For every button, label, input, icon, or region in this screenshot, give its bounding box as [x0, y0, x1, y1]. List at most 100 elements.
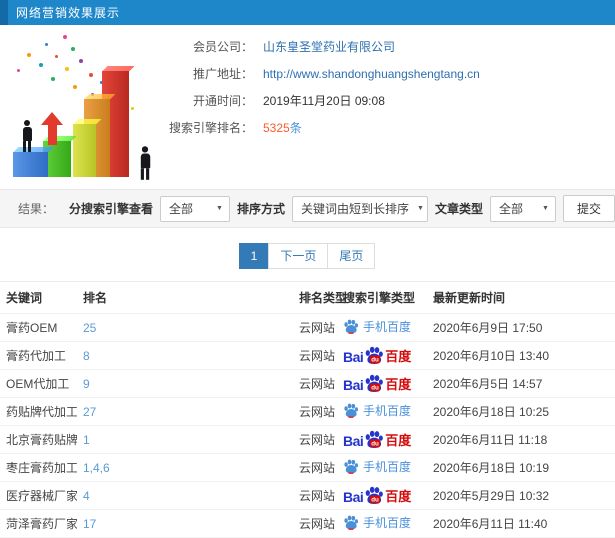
baidu-paw-icon	[344, 459, 358, 474]
engine-cell: Bai du 百度	[337, 369, 427, 398]
engine-cell: 手机百度	[337, 397, 427, 426]
rank-cell[interactable]: 25	[77, 313, 293, 342]
rank-cell[interactable]: 1,4,6	[77, 453, 293, 482]
rank-type-cell: 云网站	[293, 453, 337, 482]
table-row: OEM代加工 9 云网站 Bai du 百度 2020年6月5日 14:57	[0, 369, 615, 398]
confetti-dot	[73, 85, 77, 89]
engine-cell: Bai du 百度	[337, 341, 427, 370]
sort-select[interactable]: 关键词由短到长排序 ▼	[291, 195, 428, 222]
ranking-table: 关键词 排名 排名类型 搜索引擎类型 最新更新时间 膏药OEM 25 云网站 手…	[0, 281, 615, 538]
confetti-dot	[131, 107, 134, 110]
last-page-button[interactable]: 尾页	[327, 243, 376, 269]
field-label: 开通时间：	[192, 94, 253, 108]
rank-cell[interactable]: 9	[77, 369, 293, 398]
baidu-paw-icon	[344, 403, 358, 418]
up-arrow-icon	[41, 112, 63, 145]
confetti-dot	[17, 69, 20, 72]
baidu-logo: Bai du 百度	[343, 374, 411, 393]
keyword-cell: 枣庄膏药加工	[0, 453, 77, 482]
confetti-dot	[55, 55, 58, 58]
company-name-link[interactable]: 山东皇圣堂药业有限公司	[263, 39, 395, 56]
keyword-cell: 膏药代加工	[0, 341, 77, 370]
svg-text:du: du	[372, 357, 380, 364]
table-row: 枣庄膏药加工 1,4,6 云网站 手机百度 2020年6月18日 10:19	[0, 453, 615, 482]
table-row: 膏药代加工 8 云网站 Bai du 百度 2020年6月10日 13:40	[0, 341, 615, 370]
field-label: 会员公司：	[192, 40, 253, 54]
chart-bar-yellow	[73, 124, 96, 177]
confetti-dot	[71, 47, 75, 51]
rank-cell[interactable]: 27	[77, 397, 293, 426]
mobile-baidu-logo: 手机百度	[343, 514, 411, 531]
pagination: 1 下一页 尾页	[0, 243, 615, 269]
chevron-down-icon: ▼	[542, 205, 549, 212]
article-type-label: 文章类型	[434, 202, 483, 216]
field-label: 搜索引擎排名：	[168, 121, 253, 135]
confetti-dot	[89, 73, 93, 77]
chart-bar-blue	[13, 152, 48, 177]
keyword-cell: 北京膏药贴牌	[0, 425, 77, 454]
chevron-down-icon: ▼	[416, 205, 424, 212]
col-updated: 最新更新时间	[427, 281, 615, 314]
engine-cell: 手机百度	[337, 313, 427, 342]
field-rank-count: 搜索引擎排名： 5325条	[165, 120, 480, 137]
keyword-cell: OEM代加工	[0, 369, 77, 398]
field-open-time: 开通时间： 2019年11月20日 09:08	[165, 93, 480, 110]
field-company: 会员公司： 山东皇圣堂药业有限公司	[165, 39, 480, 56]
rank-type-cell: 云网站	[293, 425, 337, 454]
page-1-button[interactable]: 1	[238, 243, 270, 269]
company-info: 会员公司： 山东皇圣堂药业有限公司 推广地址： http://www.shand…	[165, 31, 480, 188]
baidu-paw-icon: du	[365, 430, 384, 449]
promo-url-link[interactable]: http://www.shandonghuangshengtang.cn	[263, 66, 480, 83]
chevron-down-icon: ▼	[216, 205, 223, 212]
open-time-value: 2019年11月20日 09:08	[263, 94, 385, 108]
submit-button[interactable]: 提交	[562, 195, 615, 222]
svg-text:du: du	[372, 497, 380, 504]
col-rank: 排名	[77, 281, 293, 314]
rank-cell[interactable]: 4	[77, 481, 293, 510]
keyword-cell: 膏药OEM	[0, 313, 77, 342]
rank-cell[interactable]: 1	[77, 425, 293, 454]
updated-cell: 2020年6月10日 13:40	[427, 341, 615, 370]
rank-type-cell: 云网站	[293, 397, 337, 426]
info-section: 会员公司： 山东皇圣堂药业有限公司 推广地址： http://www.shand…	[0, 25, 615, 188]
engine-filter-label: 分搜索引擎查看	[68, 202, 153, 216]
field-url: 推广地址： http://www.shandonghuangshengtang.…	[165, 66, 480, 83]
businessman-figure	[19, 120, 35, 152]
engine-cell: 手机百度	[337, 453, 427, 482]
rank-type-cell: 云网站	[293, 481, 337, 510]
engine-cell: Bai du 百度	[337, 425, 427, 454]
next-page-button[interactable]: 下一页	[268, 243, 329, 269]
field-label: 推广地址：	[192, 67, 253, 81]
engine-select[interactable]: 全部 ▼	[159, 195, 230, 222]
baidu-paw-icon: du	[365, 374, 384, 393]
updated-cell: 2020年6月11日 11:40	[427, 509, 615, 538]
baidu-logo: Bai du 百度	[343, 486, 411, 505]
table-row: 北京膏药贴牌 1 云网站 Bai du 百度 2020年6月11日 11:18	[0, 425, 615, 454]
svg-text:du: du	[372, 441, 380, 448]
rank-type-cell: 云网站	[293, 341, 337, 370]
keyword-cell: 菏泽膏药厂家	[0, 509, 77, 538]
confetti-dot	[65, 67, 69, 71]
growth-chart-illustration	[5, 33, 165, 189]
baidu-paw-icon: du	[365, 346, 384, 365]
table-header-row: 关键词 排名 排名类型 搜索引擎类型 最新更新时间	[0, 281, 615, 314]
rank-cell[interactable]: 17	[77, 509, 293, 538]
rank-count-value: 5325条	[263, 121, 302, 135]
article-type-select[interactable]: 全部 ▼	[489, 195, 556, 222]
table-row: 膏药OEM 25 云网站 手机百度 2020年6月9日 17:50	[0, 313, 615, 342]
engine-cell: 手机百度	[337, 509, 427, 538]
engine-cell: Bai du 百度	[337, 481, 427, 510]
confetti-dot	[39, 63, 43, 67]
confetti-dot	[45, 43, 48, 46]
col-engine-type: 搜索引擎类型	[337, 281, 427, 314]
keyword-cell: 医疗器械厂家	[0, 481, 77, 510]
col-rank-type: 排名类型	[293, 281, 347, 314]
baidu-paw-icon	[344, 319, 358, 334]
updated-cell: 2020年6月18日 10:19	[427, 453, 615, 482]
rank-cell[interactable]: 8	[77, 341, 293, 370]
baidu-logo: Bai du 百度	[343, 430, 411, 449]
updated-cell: 2020年6月18日 10:25	[427, 397, 615, 426]
confetti-dot	[51, 77, 55, 81]
keyword-cell: 药贴牌代加工	[0, 397, 77, 426]
page-title: 网络营销效果展示	[16, 6, 121, 20]
